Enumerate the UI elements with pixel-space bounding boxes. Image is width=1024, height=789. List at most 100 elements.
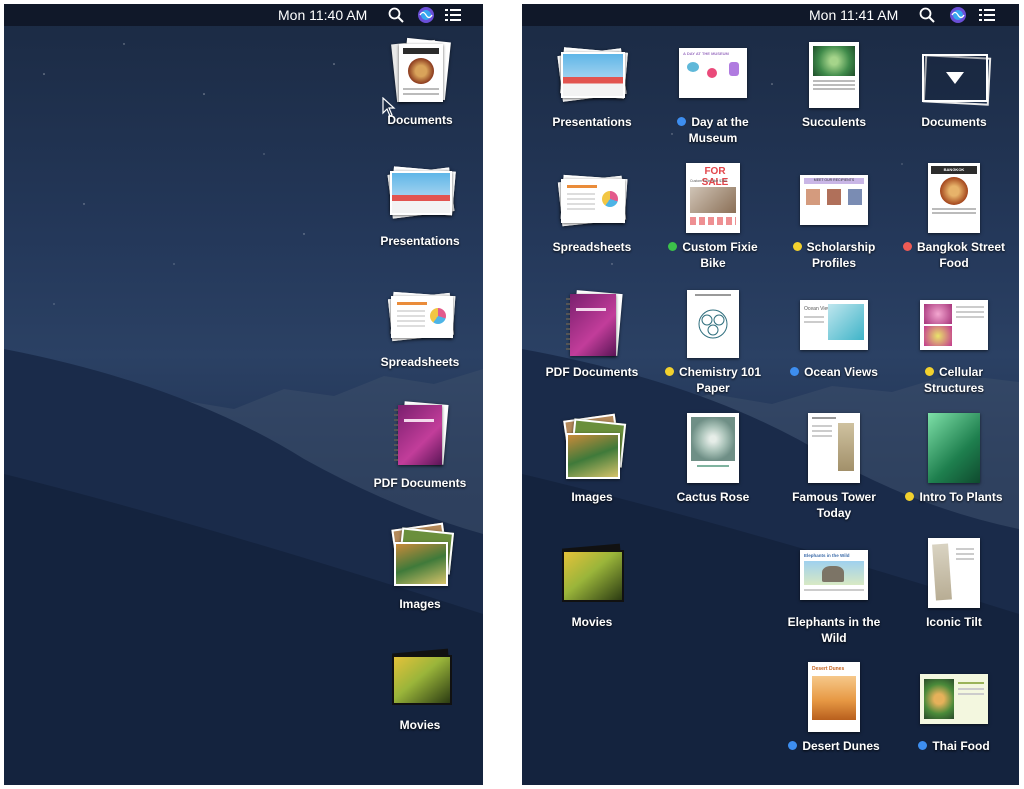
file-desert-dunes[interactable]: Desert Dunes Desert Dunes	[774, 662, 894, 754]
item-label: Desert Dunes	[774, 738, 894, 754]
presentations-stack-icon	[384, 161, 456, 227]
movies-stack-icon	[384, 645, 456, 711]
stack-presentations[interactable]: Presentations	[360, 161, 480, 249]
item-label: Chemistry 101 Paper	[653, 364, 773, 396]
fixie-header: FOR SALE	[701, 166, 729, 188]
stack-label: Movies	[399, 718, 441, 732]
item-label: Ocean Views	[774, 364, 894, 380]
spreadsheets-stack-icon	[556, 167, 628, 233]
siri-icon[interactable]	[949, 6, 967, 24]
desert-thumbnail: Desert Dunes	[798, 662, 870, 732]
item-label: Famous Tower Today	[792, 490, 876, 520]
museum-thumbnail: A DAY AT THE MUSEUM	[677, 42, 749, 108]
file-iconic-tilt[interactable]: Iconic Tilt	[894, 538, 1014, 630]
notification-center-icon[interactable]	[978, 6, 996, 24]
plants-thumbnail	[918, 413, 990, 483]
stack-label: Documents	[387, 113, 453, 127]
search-icon[interactable]	[918, 6, 936, 24]
item-label: PDF Documents	[545, 365, 639, 379]
fixie-thumbnail: FOR SALE Custom Fixie Bike $395	[677, 163, 749, 233]
stack-documents-collapse[interactable]: Documents	[894, 42, 1014, 130]
stack-movies[interactable]: Movies	[532, 542, 652, 630]
file-day-at-the-museum[interactable]: A DAY AT THE MUSEUM Day at the Museum	[653, 42, 773, 146]
file-intro-to-plants[interactable]: Intro To Plants	[894, 413, 1014, 505]
stack-label: Images	[399, 597, 441, 611]
notification-center-icon[interactable]	[444, 6, 462, 24]
yellow-tag-icon	[664, 367, 674, 376]
green-tag-icon	[668, 242, 678, 251]
blue-tag-icon	[677, 117, 687, 126]
movies-stack-icon	[556, 542, 628, 608]
scholarship-thumbnail: MEET OUR RECIPIENTS	[798, 167, 870, 233]
siri-icon[interactable]	[417, 6, 435, 24]
bangkok-title: BANGKOK	[931, 166, 977, 174]
item-label: Day at the Museum	[653, 114, 773, 146]
file-custom-fixie-bike[interactable]: FOR SALE Custom Fixie Bike $395 Custom F…	[653, 163, 773, 271]
search-icon[interactable]	[387, 6, 405, 24]
stack-documents[interactable]: Documents	[360, 37, 480, 128]
file-cactus-rose[interactable]: Cactus Rose	[653, 413, 773, 505]
red-tag-icon	[902, 242, 912, 251]
stack-pdf-documents[interactable]: PDF Documents	[532, 290, 652, 380]
yellow-tag-icon	[905, 492, 915, 501]
images-stack-icon	[384, 522, 456, 590]
stack-label: Spreadsheets	[380, 355, 460, 369]
blue-tag-icon	[790, 367, 800, 376]
blue-tag-icon	[788, 741, 798, 750]
yellow-tag-icon	[924, 367, 934, 376]
stack-pdf-documents[interactable]: PDF Documents	[360, 401, 480, 491]
tower-thumbnail	[798, 413, 870, 483]
presentations-stack-icon	[556, 42, 628, 108]
museum-title: A DAY AT THE MUSEUM	[683, 51, 729, 56]
file-bangkok-street-food[interactable]: BANGKOK Bangkok Street Food	[894, 163, 1014, 271]
stack-presentations[interactable]: Presentations	[532, 42, 652, 130]
stack-movies[interactable]: Movies	[360, 645, 480, 733]
scholarship-title: MEET OUR RECIPIENTS	[804, 178, 864, 184]
item-label: Bangkok Street Food	[894, 239, 1014, 271]
desert-title: Desert Dunes	[812, 666, 845, 672]
item-label: Succulents	[801, 115, 867, 129]
file-elephants-in-the-wild[interactable]: Elephants in the Wild Elephants in the Wi…	[774, 542, 894, 646]
bangkok-thumbnail: BANGKOK	[918, 163, 990, 233]
fixie-subtitle: Custom Fixie Bike $395	[690, 179, 727, 183]
right-desktop: Mon 11:41 AM Presentations A DAY AT THE …	[522, 4, 1019, 785]
stack-images[interactable]: Images	[360, 522, 480, 612]
menu-bar: Mon 11:40 AM	[4, 4, 483, 26]
chemistry-thumbnail	[677, 290, 749, 358]
stack-spreadsheets[interactable]: Spreadsheets	[360, 282, 480, 370]
stack-label: Presentations	[380, 234, 460, 248]
item-label: Thai Food	[894, 738, 1014, 754]
item-label: Iconic Tilt	[926, 615, 982, 629]
mouse-pointer-icon	[382, 97, 396, 117]
item-label: Documents	[921, 115, 987, 129]
elephants-title: Elephants in the Wild	[804, 553, 850, 558]
item-label: Intro To Plants	[894, 489, 1014, 505]
stack-images[interactable]: Images	[532, 413, 652, 505]
menu-bar-clock[interactable]: Mon 11:41 AM	[809, 7, 898, 23]
file-ocean-views[interactable]: Ocean Views Ocean Views	[774, 292, 894, 380]
item-label: Cellular Structures	[923, 365, 985, 395]
tilt-thumbnail	[918, 538, 990, 608]
blue-tag-icon	[918, 741, 928, 750]
cellular-thumbnail	[918, 292, 990, 358]
item-label: Elephants in the Wild	[787, 615, 881, 645]
stack-spreadsheets[interactable]: Spreadsheets	[532, 167, 652, 255]
menu-bar-clock[interactable]: Mon 11:40 AM	[278, 7, 367, 23]
file-thai-food[interactable]: Thai Food	[894, 666, 1014, 754]
pdf-stack-icon	[556, 290, 628, 358]
file-scholarship-profiles[interactable]: MEET OUR RECIPIENTS Scholarship Profiles	[774, 167, 894, 271]
cactus-thumbnail	[677, 413, 749, 483]
ocean-thumbnail: Ocean Views	[798, 292, 870, 358]
yellow-tag-icon	[792, 242, 802, 251]
item-label: Custom Fixie Bike	[653, 239, 773, 271]
left-desktop: Mon 11:40 AM Documents Presentations Spr…	[4, 4, 483, 785]
thaifood-thumbnail	[918, 666, 990, 732]
menu-bar: Mon 11:41 AM	[522, 4, 1019, 26]
elephants-thumbnail: Elephants in the Wild	[798, 542, 870, 608]
file-famous-tower-today[interactable]: Famous Tower Today	[774, 413, 894, 521]
succulents-thumbnail	[798, 42, 870, 108]
documents-collapse-icon	[918, 42, 992, 108]
file-succulents[interactable]: Succulents	[774, 42, 894, 130]
file-cellular-structures[interactable]: Cellular Structures	[894, 292, 1014, 396]
file-chemistry-101-paper[interactable]: Chemistry 101 Paper	[653, 290, 773, 396]
